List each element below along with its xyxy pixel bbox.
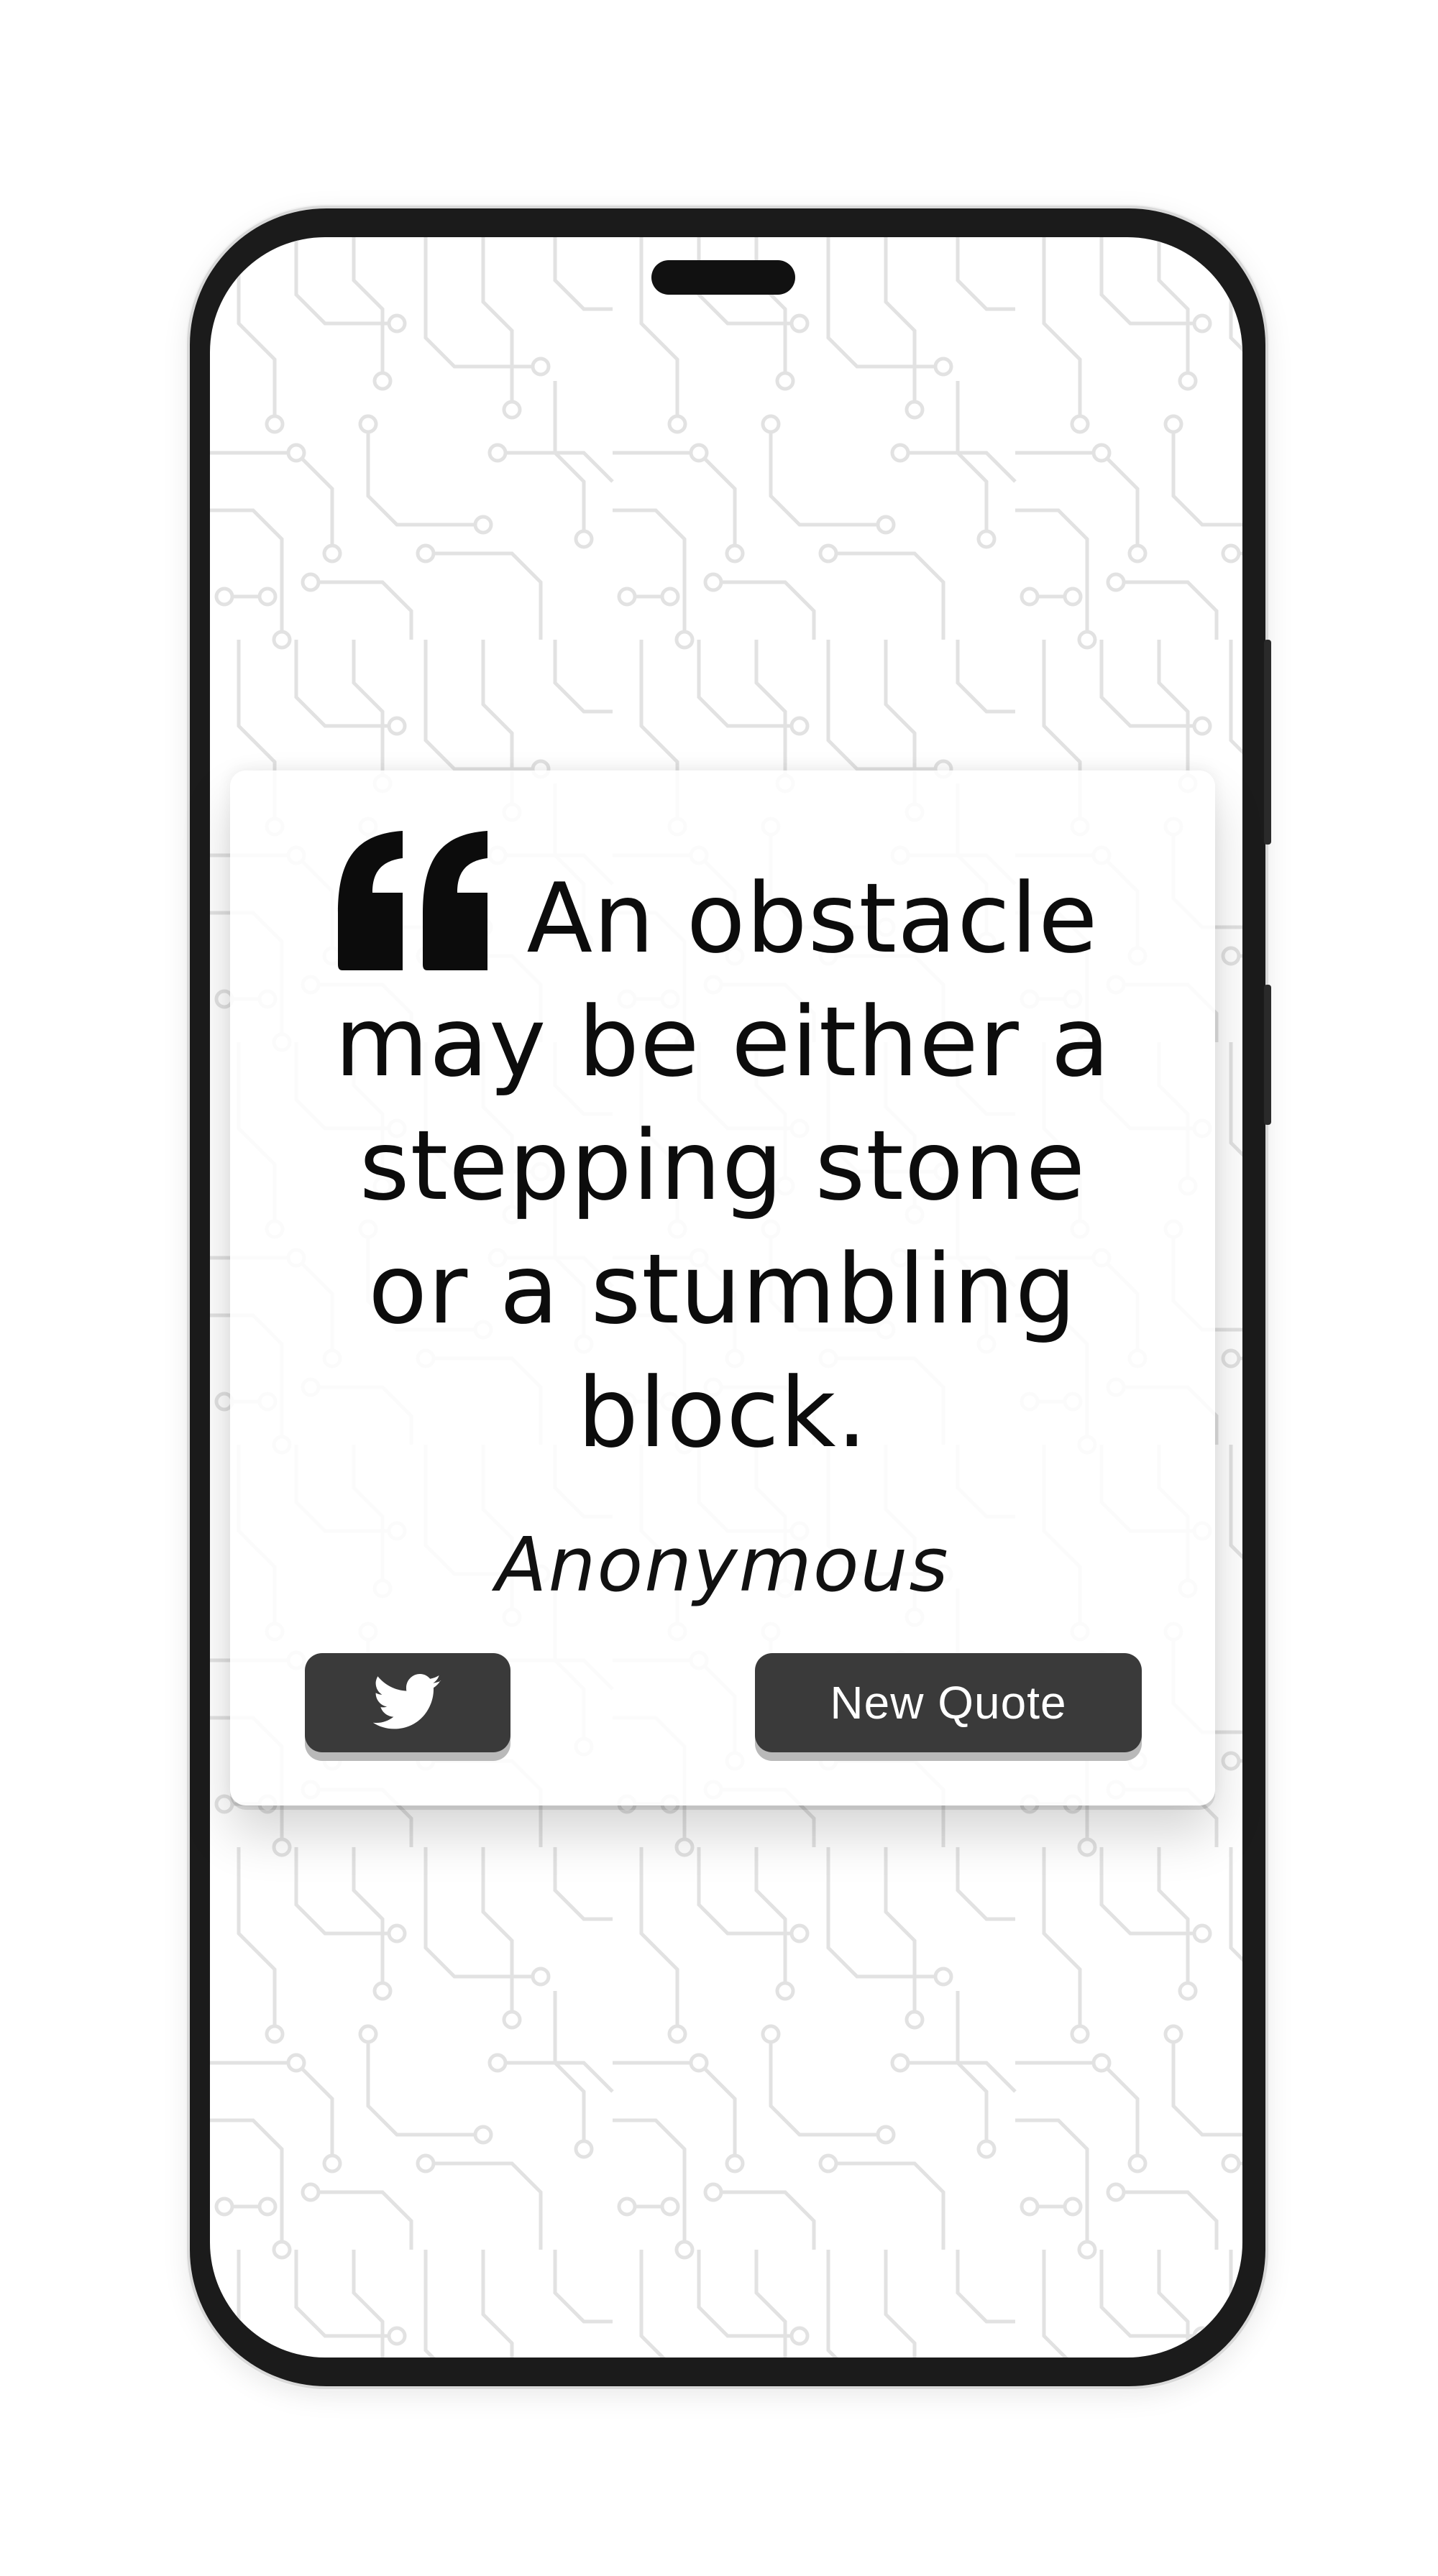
stage: An obstacle may be either a stepping sto… bbox=[0, 0, 1438, 2576]
tweet-button[interactable] bbox=[305, 1653, 510, 1752]
twitter-bird-icon bbox=[373, 1674, 441, 1729]
phone-notch bbox=[651, 260, 795, 295]
quote-author: Anonymous bbox=[495, 1521, 950, 1609]
phone-side-button-top bbox=[1264, 640, 1271, 845]
quote-text-content: An obstacle may be either a stepping sto… bbox=[334, 862, 1111, 1469]
quote-text: An obstacle may be either a stepping sto… bbox=[295, 857, 1150, 1475]
new-quote-button[interactable]: New Quote bbox=[755, 1653, 1142, 1752]
quote-card: An obstacle may be either a stepping sto… bbox=[230, 770, 1215, 1806]
phone-side-button-bottom bbox=[1264, 985, 1271, 1125]
